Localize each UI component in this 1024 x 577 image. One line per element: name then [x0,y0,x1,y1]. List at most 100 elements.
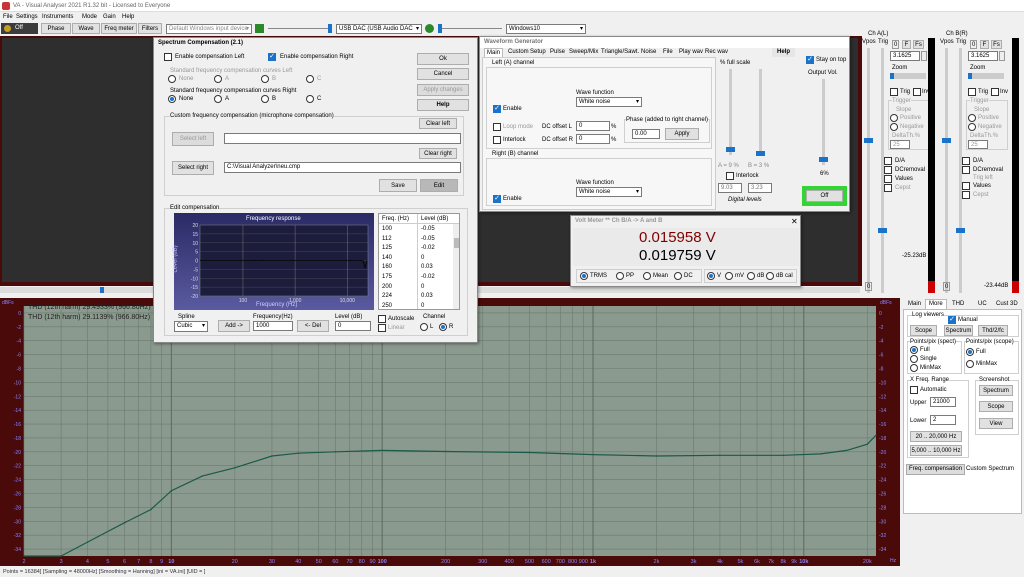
unit-v-radio[interactable] [707,272,715,280]
table-cell-freq[interactable]: 100 [382,225,392,233]
right-file-field[interactable]: C:\Visual Analyzer\neu.cmp [224,162,461,173]
chb-vpos-slider[interactable] [942,48,951,293]
table-cell-freq[interactable]: 112 [382,235,392,243]
cha-trig-checkbox[interactable] [890,88,898,96]
left-c-radio[interactable] [306,75,314,83]
level-field[interactable]: 0 [335,321,371,331]
freqmeter-button[interactable]: Freq meter [101,23,137,34]
left-enable-checkbox[interactable]: ✓ [493,105,501,113]
left-a-radio[interactable] [214,75,222,83]
screenshot-spectrum-button[interactable]: Spectrum [979,385,1013,396]
table-cell-level[interactable]: -0.05 [421,235,435,243]
select-left-button[interactable]: Select left [172,132,214,146]
off-button[interactable]: Off [1,23,38,34]
wavegen-tab-triangle-sawt-[interactable]: Triangle/Sawt. [601,48,639,57]
cha-delta-field[interactable]: 25 [890,140,910,149]
cha-gain-field[interactable]: 3.1625 [890,51,920,61]
right-wave-select[interactable]: White noise [576,187,642,197]
clear-left-button[interactable]: Clear left [419,118,457,129]
table-cell-freq[interactable]: 200 [382,283,392,291]
dc-offset-r-field[interactable]: 0 [576,134,610,144]
chb-gain-spinner[interactable] [999,51,1005,61]
dc-offset-l-field[interactable]: 0 [576,121,610,131]
interlock-checkbox[interactable] [493,136,501,144]
cha-gain-spinner[interactable] [921,51,927,61]
chb-cepst-checkbox[interactable] [962,191,970,199]
unit-mv-radio[interactable] [725,272,733,280]
chb-da-checkbox[interactable] [962,157,970,165]
input-toggle-icon[interactable] [255,24,264,33]
wavegen-tab-help[interactable]: Help [772,48,796,57]
linear-checkbox[interactable] [378,324,386,332]
level-a-slider[interactable] [726,69,735,155]
phase-field[interactable]: 0.00 [632,129,660,139]
edit-button[interactable]: Edit [420,179,458,192]
pp-radio[interactable] [616,272,624,280]
os-select[interactable]: Windows10 [506,24,586,34]
tab-custom-spectrum[interactable]: Custom Spectrum [966,465,1014,474]
menu-file[interactable]: File [3,13,13,21]
output-volume-slider[interactable] [438,24,502,33]
chb-f-button[interactable]: F [980,40,989,49]
clear-right-button[interactable]: Clear right [419,148,457,159]
wavegen-tab-noise[interactable]: Noise [641,48,656,57]
level-b-field[interactable]: 3.23 [748,183,772,193]
table-cell-level[interactable]: 0 [421,254,424,262]
menu-mode[interactable]: Mode [82,13,97,21]
level-a-field[interactable]: 9.03 [718,183,742,193]
cancel-button[interactable]: Cancel [417,68,469,80]
cha-dcremoval-checkbox[interactable] [884,166,892,174]
table-cell-level[interactable]: 0.03 [421,263,433,271]
chb-negative-radio[interactable] [968,123,976,131]
spect-minmax-radio[interactable] [910,364,918,372]
left-b-radio[interactable] [261,75,269,83]
right-none-radio[interactable] [168,95,176,103]
left-wave-select[interactable]: White noise [576,97,642,107]
voltmeter-close-icon[interactable]: ✕ [791,217,798,226]
screenshot-scope-button[interactable]: Scope [979,401,1013,412]
range-20-20000-button[interactable]: 20 .. 20,000 Hz [910,431,962,442]
wavegen-tab-sweep-mix[interactable]: Sweep/Mix [569,48,598,57]
output-vol-slider[interactable] [819,79,828,165]
chb-dcremoval-checkbox[interactable] [962,166,970,174]
spline-select[interactable]: Cubic [174,321,208,332]
generator-off-button[interactable]: Off [806,190,843,202]
cha-values-checkbox[interactable] [884,175,892,183]
table-cell-level[interactable]: 0 [421,283,424,291]
output-device-select[interactable]: USB DAC (USB Audio DAC [336,24,422,34]
cha-inv-checkbox[interactable] [913,88,921,96]
chb-positive-radio[interactable] [968,114,976,122]
dc-radio[interactable] [674,272,682,280]
cha-zoom-slider[interactable] [890,73,926,79]
scope-full-radio[interactable] [966,348,974,356]
wavegen-tab-pulse[interactable]: Pulse [550,48,565,57]
save-button[interactable]: Save [379,179,417,192]
chb-fs-button[interactable]: Fs [991,40,1002,49]
left-none-radio[interactable] [168,75,176,83]
chb-values-checkbox[interactable] [962,182,970,190]
automatic-checkbox[interactable] [910,386,918,394]
autoscale-checkbox[interactable] [378,315,386,323]
tab-uc[interactable]: UC [978,300,987,309]
channel-l-radio[interactable] [420,323,428,331]
level-b-slider[interactable] [756,69,765,156]
level-interlock-checkbox[interactable] [726,172,734,180]
cha-positive-radio[interactable] [890,114,898,122]
log-scope-button[interactable]: Scope [910,325,937,336]
input-device-select[interactable]: Default Windows input device [166,24,252,34]
menu-gain[interactable]: Gain [103,13,116,21]
help-button[interactable]: Help [417,99,469,111]
table-cell-freq[interactable]: 140 [382,254,392,262]
tab-freq-compensation[interactable]: Freq. compensation [906,464,966,475]
unit-db-radio[interactable] [747,272,755,280]
chb-inv-checkbox[interactable] [991,88,999,96]
left-file-field[interactable] [224,133,461,144]
cha-negative-radio[interactable] [890,123,898,131]
add-button[interactable]: Add -> [218,320,250,332]
right-b-radio[interactable] [261,95,269,103]
chb-trig-checkbox[interactable] [968,88,976,96]
menu-instruments[interactable]: Instruments [42,13,73,21]
select-right-button[interactable]: Select right [172,161,214,175]
phase-button[interactable]: Phase [41,23,71,34]
menu-settings[interactable]: Settings [16,13,38,21]
